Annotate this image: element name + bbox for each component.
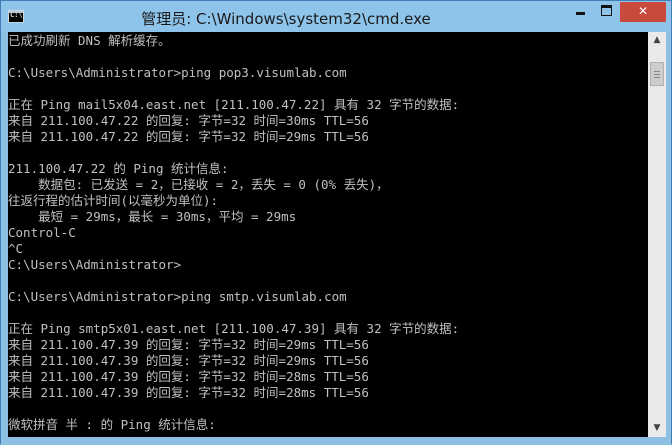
console-line: 来自 211.100.47.22 的回复: 字节=32 时间=29ms TTL=…: [8, 129, 369, 144]
minimize-button[interactable]: [568, 2, 593, 22]
title-bar[interactable]: 管理员: C:\Windows\system32\cmd.exe ✕: [1, 1, 671, 33]
console-line: 来自 211.100.47.39 的回复: 字节=32 时间=29ms TTL=…: [8, 337, 369, 352]
console-line: 正在 Ping mail5x04.east.net [211.100.47.22…: [8, 97, 460, 112]
console-line: 来自 211.100.47.22 的回复: 字节=32 时间=30ms TTL=…: [8, 113, 369, 128]
console-line: C:\Users\Administrator>: [8, 257, 182, 272]
console-line: 最短 = 29ms，最长 = 30ms，平均 = 29ms: [8, 209, 297, 224]
cmd-window: 管理员: C:\Windows\system32\cmd.exe ✕ 已成功刷新…: [0, 0, 672, 445]
grip-line: [654, 71, 660, 72]
ime-status-line: 微软拼音 半 : 的 Ping 统计信息:: [8, 417, 216, 432]
maximize-icon: [601, 5, 612, 16]
close-icon: ✕: [637, 4, 649, 18]
scroll-down-icon[interactable]: ▼: [648, 420, 666, 437]
scroll-up-icon[interactable]: ▲: [648, 32, 666, 49]
vertical-scrollbar[interactable]: ▲ ▼: [648, 32, 666, 437]
console-line: 正在 Ping smtp5x01.east.net [211.100.47.39…: [8, 321, 460, 336]
console-line: C:\Users\Administrator>ping pop3.visumla…: [8, 65, 347, 80]
console-line: 来自 211.100.47.39 的回复: 字节=32 时间=28ms TTL=…: [8, 385, 369, 400]
console-line: 数据包: 已发送 = 2，已接收 = 2，丢失 = 0 (0% 丢失)，: [8, 177, 389, 192]
console-line: 往返行程的估计时间(以毫秒为单位):: [8, 193, 219, 208]
maximize-button[interactable]: [594, 2, 619, 22]
console-output[interactable]: 已成功刷新 DNS 解析缓存。 C:\Users\Administrator>p…: [8, 32, 648, 437]
console-line: 来自 211.100.47.39 的回复: 字节=32 时间=29ms TTL=…: [8, 353, 369, 368]
window-title: 管理员: C:\Windows\system32\cmd.exe: [141, 10, 431, 28]
minimize-icon: [576, 12, 585, 15]
scroll-thumb[interactable]: [650, 62, 664, 86]
grip-line: [654, 77, 660, 78]
grip-line: [654, 74, 660, 75]
close-button[interactable]: ✕: [620, 2, 666, 22]
console-line: ^C: [8, 241, 24, 256]
console-line: Control-C: [8, 225, 76, 240]
console-line: 211.100.47.22 的 Ping 统计信息:: [8, 161, 229, 176]
console-line: C:\Users\Administrator>ping smtp.visumla…: [8, 289, 347, 304]
console-line: 来自 211.100.47.39 的回复: 字节=32 时间=28ms TTL=…: [8, 369, 369, 384]
console-line: 已成功刷新 DNS 解析缓存。: [8, 33, 171, 48]
